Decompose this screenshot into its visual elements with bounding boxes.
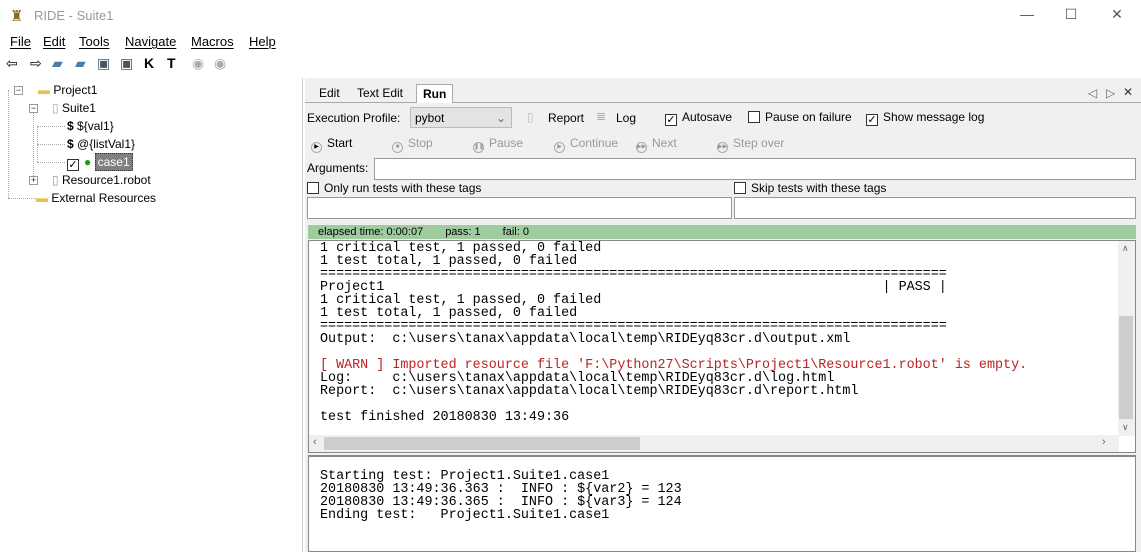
pause-icon: ❚❚ [473,142,484,153]
scrollbar-thumb[interactable] [324,437,640,450]
output-line: Output: c:\users\tanax\appdata\local\tem… [320,332,851,347]
maximize-button[interactable]: ☐ [1056,6,1086,23]
execution-profile-label: Execution Profile: [307,111,401,125]
output-line: Report: c:\users\tanax\appdata\local\tem… [320,384,859,399]
window-title: RIDE - Suite1 [34,8,114,23]
scroll-up-icon[interactable]: ∧ [1122,243,1129,254]
run-icon[interactable]: ◉ [192,55,204,72]
project-tree: − ▬ Project1 − ▯ Suite1 $ ${val1} $ @{li… [0,78,303,552]
search-tests-icon[interactable]: T [167,55,176,71]
report-icon: ▯ [527,110,534,124]
close-button[interactable]: ✕ [1102,6,1132,23]
continue-button[interactable]: ▶ Continue [554,136,618,153]
file-icon: ▯ [52,101,59,115]
save-icon[interactable]: ▣ [97,55,110,72]
pause-on-failure-checkbox[interactable]: Pause on failure [748,110,852,124]
menu-bar: File Edit Tools Navigate Macros Help [0,32,1141,52]
variable-icon: $ [67,137,74,151]
report-button[interactable]: Report [548,111,584,125]
include-tags-input[interactable] [307,197,732,219]
resource-file-icon: ▯ [52,173,59,187]
save-all-icon[interactable]: ▣ [120,55,133,72]
next-icon: ▶▶ [636,142,647,153]
output-console: 1 critical test, 1 passed, 0 failed 1 tes… [308,240,1136,453]
arrow-left-icon[interactable]: ⇦ [6,55,18,72]
test-pass-icon: ● [84,155,92,169]
pass-count: pass: 1 [445,226,481,238]
play-icon: ▶ [311,142,322,153]
pause-button[interactable]: ❚❚ Pause [473,136,523,153]
menu-tools[interactable]: Tools [79,34,109,49]
vertical-scrollbar[interactable]: ∧ ∨ [1118,241,1135,436]
log-button[interactable]: Log [616,111,636,125]
skip-tags-checkbox[interactable]: Skip tests with these tags [734,181,886,195]
scroll-left-icon[interactable]: ‹ [313,436,317,448]
tab-edit[interactable]: Edit [313,84,346,102]
log-icon: ≣ [596,109,607,123]
message-line: Ending test: Project1.Suite1.case1 [320,508,610,523]
tab-run[interactable]: Run [416,84,454,103]
tab-text-edit[interactable]: Text Edit [351,84,409,102]
tree-item-project[interactable]: ▬ Project1 [38,83,97,97]
menu-macros[interactable]: Macros [191,34,234,49]
open-folder-icon[interactable]: ▰ [75,55,86,72]
output-line: test finished 20180830 13:49:36 [320,410,570,425]
tree-item-variable[interactable]: $ ${val1} [67,119,114,133]
collapse-suite-toggle[interactable]: − [29,104,38,113]
message-log: Starting test: Project1.Suite1.case1 2018… [308,455,1136,552]
tree-item-suite[interactable]: ▯ Suite1 [52,101,96,115]
tree-item-resource[interactable]: ▯ Resource1.robot [52,173,151,187]
run-status-bar: elapsed time: 0:00:07 pass: 1 fail: 0 [308,225,1136,239]
exclude-tags-input[interactable] [734,197,1136,219]
continue-icon: ▶ [554,142,565,153]
show-message-log-checkbox[interactable]: ✓ Show message log [866,110,984,126]
elapsed-time: elapsed time: 0:00:07 [318,226,424,238]
close-tab-icon[interactable]: ✕ [1123,85,1133,99]
tab-scroll-right-icon[interactable]: ▷ [1106,86,1115,100]
arguments-input[interactable] [374,158,1136,180]
editor-panel: Edit Text Edit Run ◁ ▷ ✕ Execution Profi… [305,78,1141,552]
search-keywords-icon[interactable]: K [144,55,154,71]
menu-edit[interactable]: Edit [43,34,65,49]
scroll-down-icon[interactable]: ∨ [1122,422,1129,433]
variable-icon: $ [67,119,74,133]
test-case-checkbox[interactable]: ✓ [67,159,79,171]
title-bar: ♜ RIDE - Suite1 — ☐ ✕ [0,0,1141,32]
expand-resource-toggle[interactable]: + [29,176,38,185]
toolbar: ⇦ ⇨ ▰ ▰ ▣ ▣ K T ◉ ◉ [0,53,1141,75]
horizontal-scrollbar[interactable]: ‹ › [309,435,1119,452]
menu-file[interactable]: File [10,34,31,49]
step-over-icon: ▶▶ [717,142,728,153]
start-button[interactable]: ▶ Start [311,136,352,153]
tree-item-external-resources[interactable]: ▬ External Resources [36,191,156,205]
stop-icon[interactable]: ◉ [214,55,226,72]
stop-icon: ■ [392,142,403,153]
menu-help[interactable]: Help [249,34,276,49]
collapse-project-toggle[interactable]: − [14,86,23,95]
tree-item-test-case[interactable]: ✓ ● case1 [67,153,133,171]
ride-logo-icon: ♜ [10,8,24,25]
arrow-right-icon[interactable]: ⇨ [30,55,42,72]
scrollbar-thumb[interactable] [1119,316,1133,419]
arguments-label: Arguments: [307,161,369,175]
open-suite-icon[interactable]: ▰ [52,55,63,72]
external-folder-icon: ▬ [36,191,48,205]
scroll-right-icon[interactable]: › [1102,436,1106,448]
folder-icon: ▬ [38,83,50,97]
execution-profile-select[interactable]: pybot ⌄ [410,107,512,128]
chevron-down-icon: ⌄ [495,111,506,125]
stop-button[interactable]: ■ Stop [392,136,433,153]
minimize-button[interactable]: — [1012,6,1042,22]
step-over-button[interactable]: ▶▶ Step over [717,136,784,153]
autosave-checkbox[interactable]: ✓ Autosave [665,110,732,126]
fail-count: fail: 0 [502,226,529,238]
next-button[interactable]: ▶▶ Next [636,136,677,153]
menu-navigate[interactable]: Navigate [125,34,176,49]
tab-scroll-left-icon[interactable]: ◁ [1088,86,1097,100]
only-run-tags-checkbox[interactable]: Only run tests with these tags [307,181,481,195]
tree-item-list-variable[interactable]: $ @{listVal1} [67,137,135,151]
